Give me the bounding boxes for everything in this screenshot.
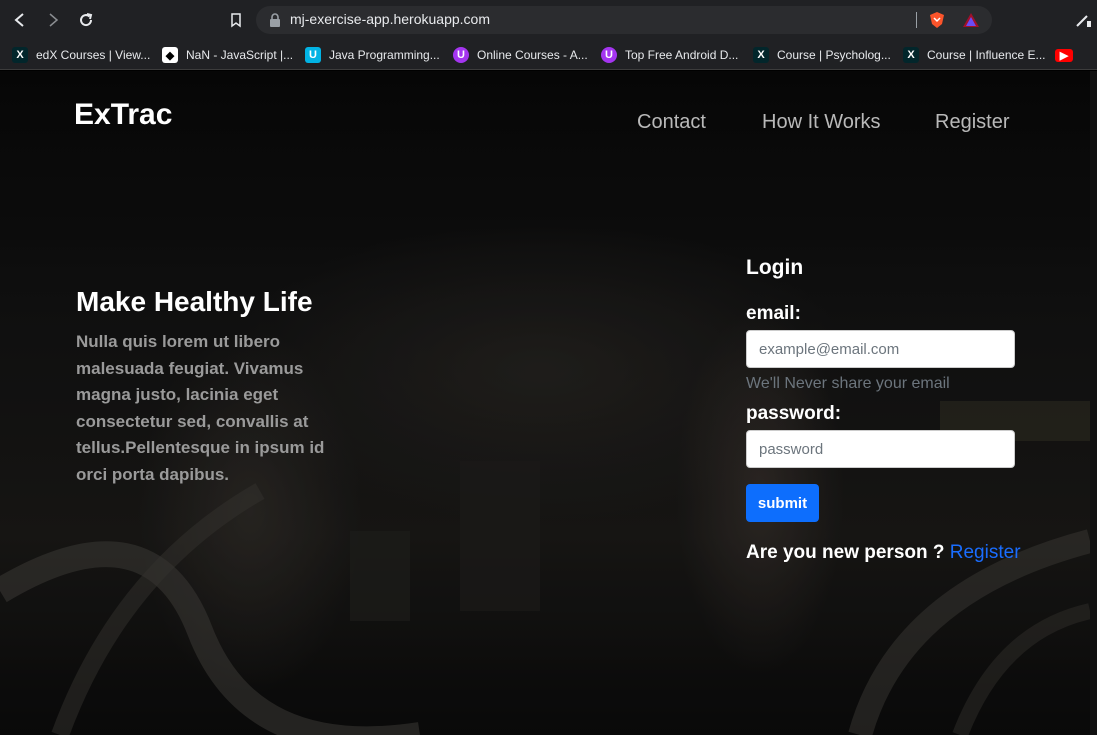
bookmark-item[interactable]: ◆ NaN - JavaScript |...	[162, 45, 293, 65]
bookmark-label: edX Courses | View...	[36, 48, 151, 62]
hero-title: Make Healthy Life	[76, 286, 313, 317]
nav-contact[interactable]: Contact	[637, 111, 706, 134]
forward-icon[interactable]	[43, 10, 63, 30]
bookmark-item[interactable]: X Course | Influence E...	[903, 45, 1046, 65]
url-text[interactable]: mj-exercise-app.herokuapp.com	[290, 11, 490, 27]
bookmark-label: Java Programming...	[329, 48, 440, 62]
bookmark-item[interactable]: U Top Free Android D...	[601, 45, 738, 65]
lock-icon	[270, 13, 280, 27]
bookmark-item[interactable]: U Online Courses - A...	[453, 45, 588, 65]
edx-icon: X	[12, 47, 28, 63]
email-hint: We'll Never share your email	[746, 375, 950, 392]
mdn-icon: ◆	[162, 47, 178, 63]
edit-pencil-icon[interactable]	[1074, 11, 1092, 29]
youtube-icon: ▶	[1055, 48, 1073, 62]
browser-toolbar: mj-exercise-app.herokuapp.com	[0, 0, 1097, 40]
udemy-icon: U	[601, 47, 617, 63]
brand-logo[interactable]: ExTrac	[74, 98, 172, 132]
bookmark-item[interactable]: X Course | Psycholog...	[753, 45, 891, 65]
hero-text: Nulla quis lorem ut libero malesuada feu…	[76, 332, 325, 484]
new-person-text: Are you new person ?	[746, 542, 945, 563]
bookmark-icon[interactable]	[226, 10, 246, 30]
email-field[interactable]	[746, 330, 1015, 368]
register-link[interactable]: Register	[950, 542, 1021, 563]
password-label: password:	[746, 403, 842, 424]
brave-shield-icon[interactable]	[928, 11, 946, 29]
bookmark-label: NaN - JavaScript |...	[186, 48, 294, 62]
submit-button[interactable]: submit	[746, 484, 819, 522]
login-title: Login	[746, 256, 804, 279]
bookmark-item[interactable]: ▶	[1055, 45, 1081, 65]
new-person-prompt: Are you new person ? Register	[746, 542, 1021, 564]
bookmarks-bar: X edX Courses | View... ◆ NaN - JavaScri…	[0, 40, 1097, 70]
bookmark-item[interactable]: X edX Courses | View...	[12, 45, 150, 65]
edx-icon: X	[753, 47, 769, 63]
edx-icon: X	[903, 47, 919, 63]
scrollbar[interactable]	[1090, 71, 1097, 735]
email-label: email:	[746, 303, 801, 324]
bookmark-item[interactable]: U Java Programming...	[305, 45, 440, 65]
nav-register[interactable]: Register	[935, 111, 1009, 134]
omnibox-divider	[916, 12, 917, 28]
nav-how-it-works[interactable]: How It Works	[762, 111, 881, 134]
reload-icon[interactable]	[76, 10, 96, 30]
udemy-icon: U	[453, 47, 469, 63]
udacity-icon: U	[305, 47, 321, 63]
bookmark-label: Online Courses - A...	[477, 48, 588, 62]
bookmark-label: Top Free Android D...	[625, 48, 739, 62]
bookmark-label: Course | Influence E...	[927, 48, 1046, 62]
brave-rewards-icon[interactable]	[962, 11, 980, 29]
bookmark-label: Course | Psycholog...	[777, 48, 891, 62]
page-content: ExTrac Contact How It Works Register Mak…	[0, 71, 1090, 735]
password-field[interactable]	[746, 430, 1015, 468]
back-icon[interactable]	[10, 10, 30, 30]
